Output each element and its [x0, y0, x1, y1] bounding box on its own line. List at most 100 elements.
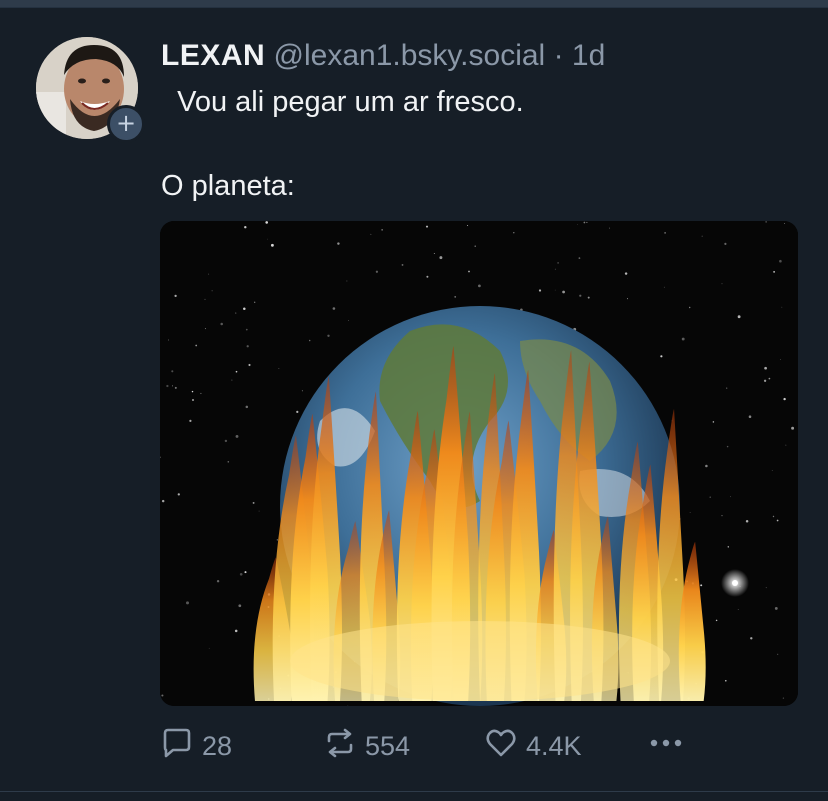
star — [375, 270, 379, 273]
like-count: 4.4K — [526, 730, 582, 761]
star — [454, 296, 457, 298]
star — [177, 493, 180, 496]
star — [332, 307, 336, 310]
star — [235, 370, 238, 373]
star — [208, 647, 210, 649]
star — [688, 306, 691, 309]
plus-icon[interactable]: + — [107, 105, 145, 143]
star — [779, 259, 782, 263]
star — [730, 496, 731, 498]
star — [779, 359, 781, 360]
star — [239, 572, 243, 576]
star — [439, 256, 443, 260]
star — [721, 515, 723, 517]
star — [327, 334, 330, 337]
star — [234, 629, 238, 633]
star — [557, 262, 559, 264]
post-header: LEXAN @lexan1.bsky.social · 1d — [161, 38, 605, 74]
star — [270, 243, 274, 247]
star — [474, 245, 476, 247]
star — [235, 312, 237, 314]
repost-button[interactable]: 554 — [323, 725, 410, 767]
star — [791, 426, 795, 430]
star — [433, 253, 435, 255]
top-divider — [0, 0, 828, 7]
star — [347, 704, 349, 706]
star — [748, 415, 752, 418]
star — [583, 221, 586, 224]
star — [348, 320, 349, 321]
author-display-name[interactable]: LEXAN — [161, 39, 265, 72]
star — [191, 390, 194, 393]
star — [538, 289, 542, 292]
star — [254, 301, 256, 303]
star — [308, 339, 311, 342]
repost-count: 554 — [365, 730, 411, 761]
star — [252, 501, 255, 504]
star — [777, 653, 779, 655]
star — [764, 366, 767, 370]
star — [785, 444, 787, 446]
star — [709, 496, 711, 498]
star — [220, 322, 223, 326]
star — [774, 606, 778, 610]
post-timestamp[interactable]: 1d — [572, 39, 605, 72]
star — [768, 377, 771, 380]
star — [562, 290, 565, 294]
reply-button[interactable]: 28 — [160, 725, 232, 767]
star — [265, 221, 269, 224]
star — [208, 273, 210, 275]
star — [244, 226, 247, 229]
star — [784, 223, 786, 224]
star — [174, 386, 177, 389]
star — [663, 286, 665, 288]
more-options-button[interactable] — [648, 725, 694, 767]
star — [726, 387, 728, 389]
star — [211, 290, 213, 292]
star — [513, 232, 515, 234]
star — [189, 419, 192, 423]
star — [745, 520, 749, 523]
post-image[interactable] — [160, 221, 798, 706]
star — [554, 289, 556, 291]
star — [772, 515, 775, 518]
star — [426, 275, 429, 278]
star — [468, 270, 470, 273]
heart-icon — [484, 726, 518, 767]
star — [765, 221, 767, 223]
burning-earth-image — [160, 221, 798, 706]
star — [224, 439, 228, 443]
star — [244, 571, 247, 574]
author-handle[interactable]: @lexan1.bsky.social — [274, 39, 546, 72]
star — [248, 363, 251, 367]
star — [276, 539, 278, 541]
star — [782, 697, 785, 699]
star — [204, 328, 206, 330]
star — [660, 355, 663, 358]
star — [243, 307, 246, 310]
star — [192, 399, 194, 401]
star — [346, 280, 348, 282]
star — [705, 464, 708, 468]
star — [586, 221, 588, 223]
star — [168, 339, 170, 341]
more-dots-icon — [648, 726, 686, 767]
star — [204, 298, 206, 300]
star — [689, 512, 691, 513]
star — [467, 225, 469, 226]
star — [627, 298, 628, 300]
star — [166, 384, 169, 388]
star — [245, 328, 248, 331]
bottom-divider — [0, 791, 828, 792]
star — [174, 294, 177, 298]
header-separator: · — [553, 39, 564, 72]
author-avatar[interactable]: + — [36, 37, 145, 143]
star — [712, 421, 715, 423]
star — [577, 224, 578, 226]
star — [579, 294, 582, 297]
star — [578, 257, 581, 259]
star — [227, 461, 230, 463]
like-button[interactable]: 4.4K — [484, 725, 582, 767]
star — [783, 397, 786, 401]
star — [401, 263, 404, 266]
